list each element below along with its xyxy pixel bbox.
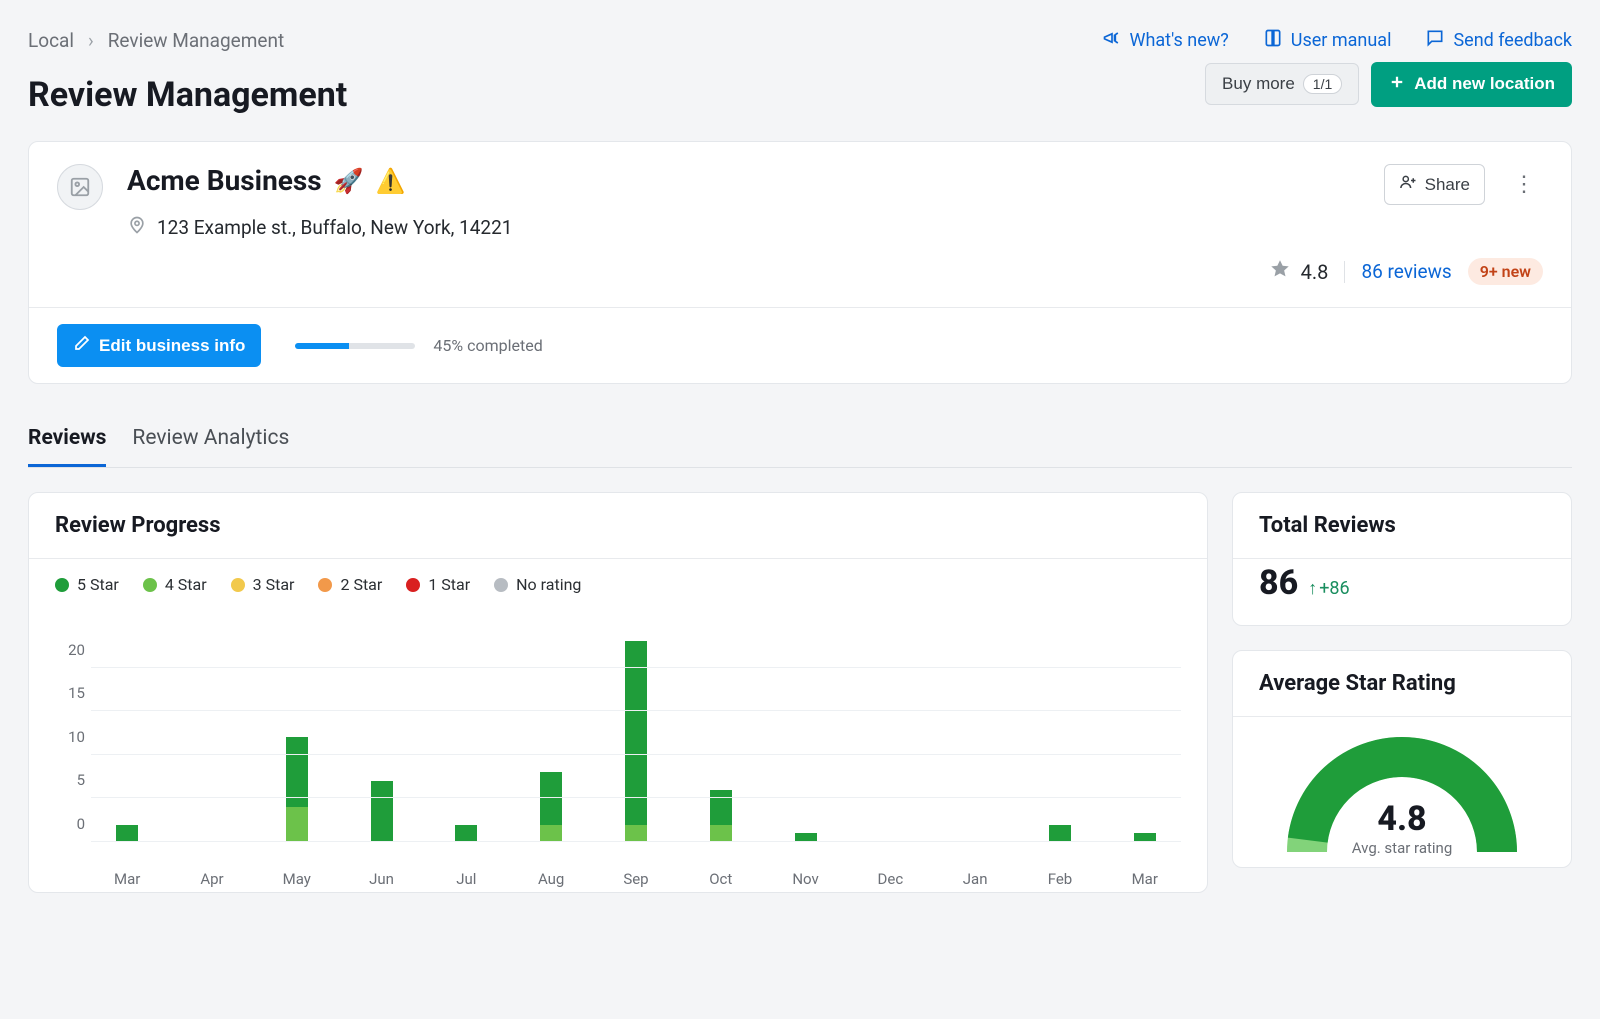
breadcrumb: Local › Review Management (28, 29, 284, 52)
star-icon (1269, 258, 1291, 285)
arrow-up-icon: ↑ (1308, 578, 1317, 599)
tab-reviews[interactable]: Reviews (28, 418, 106, 467)
total-reviews-delta: ↑ +86 (1308, 578, 1349, 599)
send-feedback-link[interactable]: Send feedback (1425, 28, 1572, 53)
user-manual-link[interactable]: User manual (1263, 28, 1392, 53)
chevron-right-icon: › (88, 29, 94, 52)
review-progress-panel: Review Progress 5 Star 4 Star 3 Star 2 Star… (28, 492, 1208, 893)
review-progress-title: Review Progress (29, 493, 1207, 558)
total-reviews-title: Total Reviews (1233, 493, 1571, 558)
legend-item: 5 Star (55, 575, 119, 594)
avg-rating-title: Average Star Rating (1233, 651, 1571, 716)
avg-rating-panel: Average Star Rating 4.8 Avg. star rating (1232, 650, 1572, 868)
business-name: Acme Business (127, 164, 322, 197)
edit-business-button[interactable]: Edit business info (57, 324, 261, 367)
book-icon (1263, 28, 1283, 53)
total-reviews-panel: Total Reviews 86 ↑ +86 (1232, 492, 1572, 626)
total-reviews-value: 86 (1259, 563, 1298, 603)
person-plus-icon (1399, 173, 1417, 196)
legend-item: 4 Star (143, 575, 207, 594)
business-address: 123 Example st., Buffalo, New York, 1422… (157, 216, 512, 239)
pencil-icon (73, 334, 91, 357)
breadcrumb-current: Review Management (108, 29, 285, 52)
legend-item: 3 Star (231, 575, 295, 594)
new-reviews-badge: 9+ new (1468, 258, 1543, 285)
buy-more-button[interactable]: Buy more 1/1 (1205, 63, 1359, 105)
chat-icon (1425, 28, 1445, 53)
add-location-button[interactable]: Add new location (1371, 62, 1572, 107)
reviews-link[interactable]: 86 reviews (1361, 260, 1451, 283)
page-title: Review Management (28, 75, 347, 115)
whats-new-link[interactable]: What's new? (1102, 28, 1229, 53)
review-progress-chart: MarAprMayJunJulAugSepOctNovDecJanFebMar … (91, 606, 1181, 866)
chart-legend: 5 Star 4 Star 3 Star 2 Star 1 Star No rating (29, 559, 1207, 600)
legend-item: No rating (494, 575, 581, 594)
share-button[interactable]: Share (1384, 164, 1485, 205)
completion-label: 45% completed (433, 336, 542, 355)
legend-item: 2 Star (318, 575, 382, 594)
rocket-icon: 🚀 (334, 167, 364, 195)
avg-rating-sub: Avg. star rating (1272, 839, 1532, 857)
warning-icon: ⚠️ (376, 167, 406, 195)
tab-review-analytics[interactable]: Review Analytics (132, 418, 289, 467)
tabs: Reviews Review Analytics (28, 418, 1572, 468)
megaphone-icon (1102, 28, 1122, 53)
business-card: Acme Business 🚀 ⚠️ 123 Example st., Buff… (28, 141, 1572, 384)
more-options-icon[interactable]: ⋮ (1505, 168, 1543, 201)
business-image-placeholder (57, 164, 103, 210)
avg-rating-value: 4.8 (1272, 799, 1532, 839)
buy-more-badge: 1/1 (1303, 74, 1342, 94)
legend-item: 1 Star (406, 575, 470, 594)
rating-value: 4.8 (1301, 260, 1329, 284)
completion-progress (295, 343, 415, 349)
breadcrumb-root[interactable]: Local (28, 29, 74, 52)
map-pin-icon (127, 215, 147, 240)
plus-icon (1388, 73, 1406, 96)
